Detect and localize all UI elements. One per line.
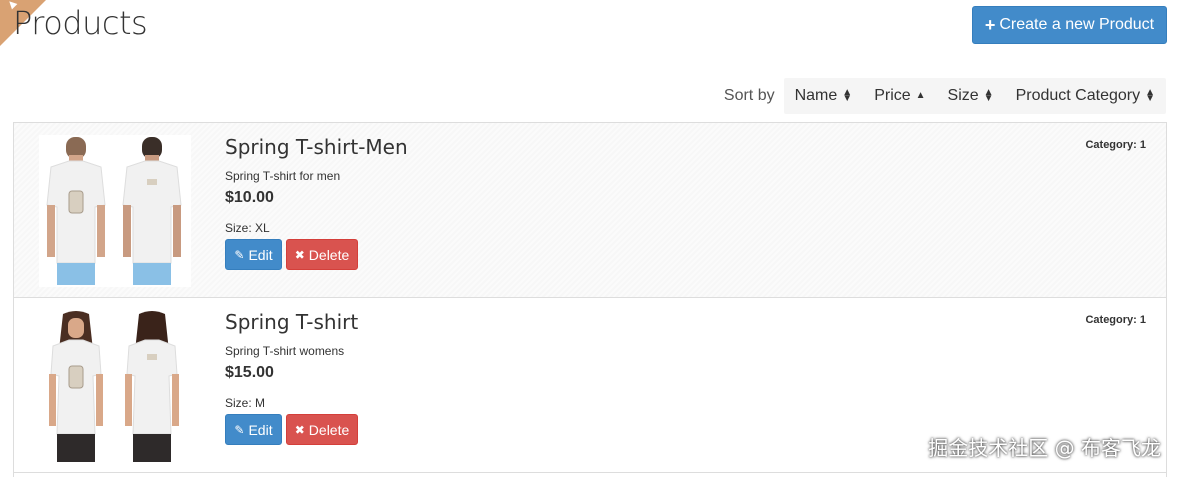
sort-label: Sort by [723, 87, 775, 104]
sort-by-name[interactable]: Name ▲ ▼ [784, 78, 864, 114]
sort-option-label: Product Category [1015, 87, 1141, 104]
create-product-label: Create a new Product [999, 16, 1155, 33]
edit-label: Edit [248, 421, 273, 438]
remove-icon: ✖ [294, 422, 305, 437]
sort-bar: Sort by Name ▲ ▼ Price ▲ Size ▲ ▼ Product … [724, 78, 1166, 114]
sort-icon: ▲ ▼ [983, 87, 994, 104]
edit-button[interactable]: ✎ Edit [225, 239, 282, 270]
product-size: Size: XL [225, 221, 270, 235]
product-name: Spring T-shirt-Men [225, 135, 408, 159]
pencil-icon: ✎ [234, 422, 245, 437]
sort-by-category[interactable]: Product Category ▲ ▼ [1005, 78, 1166, 114]
product-image [39, 135, 191, 287]
product-name: Spring T-shirt [225, 310, 359, 334]
sort-option-label: Price [874, 87, 911, 104]
sort-option-label: Name [794, 87, 838, 104]
delete-label: Delete [308, 246, 350, 263]
sort-option-label: Size [947, 87, 979, 104]
sort-icon: ▲ ▼ [842, 87, 853, 104]
sort-by-price[interactable]: Price ▲ [863, 78, 936, 114]
delete-button[interactable]: ✖ Delete [286, 239, 358, 270]
product-price: $10.00 [225, 189, 274, 206]
remove-icon: ✖ [294, 247, 305, 262]
pencil-icon: ✎ [234, 247, 245, 262]
product-description: Spring T-shirt womens [225, 344, 345, 358]
product-list: Spring T-shirt-Men Spring T-shirt for me… [13, 122, 1167, 477]
edit-label: Edit [248, 246, 273, 263]
delete-button[interactable]: ✖ Delete [286, 414, 358, 445]
sort-options: Name ▲ ▼ Price ▲ Size ▲ ▼ Product Category… [783, 78, 1166, 114]
sort-by-size[interactable]: Size ▲ ▼ [937, 78, 1005, 114]
watermark: 掘金技术社区 @ 布客飞龙 [928, 436, 1161, 460]
tshirt-front-image [49, 311, 103, 462]
edit-button[interactable]: ✎ Edit [225, 414, 282, 445]
delete-label: Delete [308, 421, 350, 438]
plus-icon: + [984, 15, 996, 35]
tshirt-front-image [46, 137, 106, 285]
list-item: Spring T-shirt-Men Spring T-shirt for me… [14, 123, 1166, 298]
sort-icon: ▲ ▼ [1145, 87, 1155, 104]
product-category: Category: 1 [1085, 139, 1146, 151]
sort-asc-icon: ▲ [915, 90, 926, 101]
product-category: Category: 1 [1085, 314, 1146, 326]
product-price: $15.00 [225, 364, 274, 381]
tshirt-back-image [125, 311, 179, 462]
page-title: Products [13, 4, 148, 42]
create-product-button[interactable]: + Create a new Product [972, 6, 1167, 44]
product-image [39, 310, 191, 462]
product-description: Spring T-shirt for men [225, 169, 341, 183]
tshirt-back-image [122, 137, 182, 285]
product-size: Size: M [225, 396, 266, 410]
